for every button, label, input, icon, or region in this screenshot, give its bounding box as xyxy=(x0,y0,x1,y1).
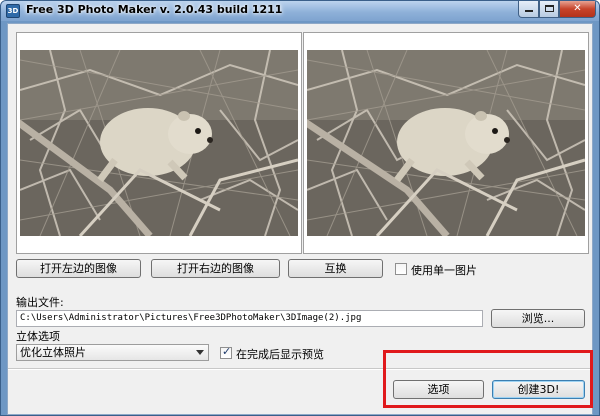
title-bar[interactable]: 3D Free 3D Photo Maker v. 2.0.43 build 1… xyxy=(1,1,599,21)
stereo-options-label: 立体选项 xyxy=(16,330,60,343)
left-photo xyxy=(20,50,298,236)
minimize-icon xyxy=(524,10,533,12)
hyrax-photo-left xyxy=(20,50,298,236)
app-window: 3D Free 3D Photo Maker v. 2.0.43 build 1… xyxy=(0,0,600,416)
close-icon: ✕ xyxy=(573,3,582,14)
show-preview-checkbox[interactable] xyxy=(220,345,232,359)
dropdown-arrow-icon xyxy=(196,350,204,355)
swap-button[interactable]: 互换 xyxy=(288,259,383,278)
hyrax-photo-right xyxy=(307,50,585,236)
app-3d-icon: 3D xyxy=(6,4,20,18)
open-right-image-button[interactable]: 打开右边的图像 xyxy=(151,259,280,278)
right-photo xyxy=(307,50,585,236)
maximize-button[interactable] xyxy=(539,1,559,18)
output-path-input[interactable]: C:\Users\Administrator\Pictures\Free3DPh… xyxy=(16,310,483,327)
show-preview-label: 在完成后显示预览 xyxy=(236,348,324,361)
browse-button[interactable]: 浏览... xyxy=(491,309,585,328)
minimize-button[interactable] xyxy=(518,1,539,18)
stereo-options-select[interactable]: 优化立体照片 xyxy=(16,344,209,361)
left-image-panel[interactable] xyxy=(16,32,302,254)
open-left-image-button[interactable]: 打开左边的图像 xyxy=(16,259,141,278)
window-title: Free 3D Photo Maker v. 2.0.43 build 1211 xyxy=(26,3,283,16)
output-file-label: 输出文件: xyxy=(16,296,64,309)
close-button[interactable]: ✕ xyxy=(559,1,596,18)
main-panel: 打开左边的图像 打开右边的图像 互换 使用单一图片 输出文件: C:\Users… xyxy=(7,23,593,415)
right-image-panel[interactable] xyxy=(303,32,589,254)
red-highlight-box xyxy=(383,350,593,408)
maximize-icon xyxy=(544,5,554,12)
single-image-checkbox[interactable] xyxy=(395,263,407,275)
single-image-label: 使用单一图片 xyxy=(411,264,477,277)
stereo-selected-value: 优化立体照片 xyxy=(20,346,86,359)
